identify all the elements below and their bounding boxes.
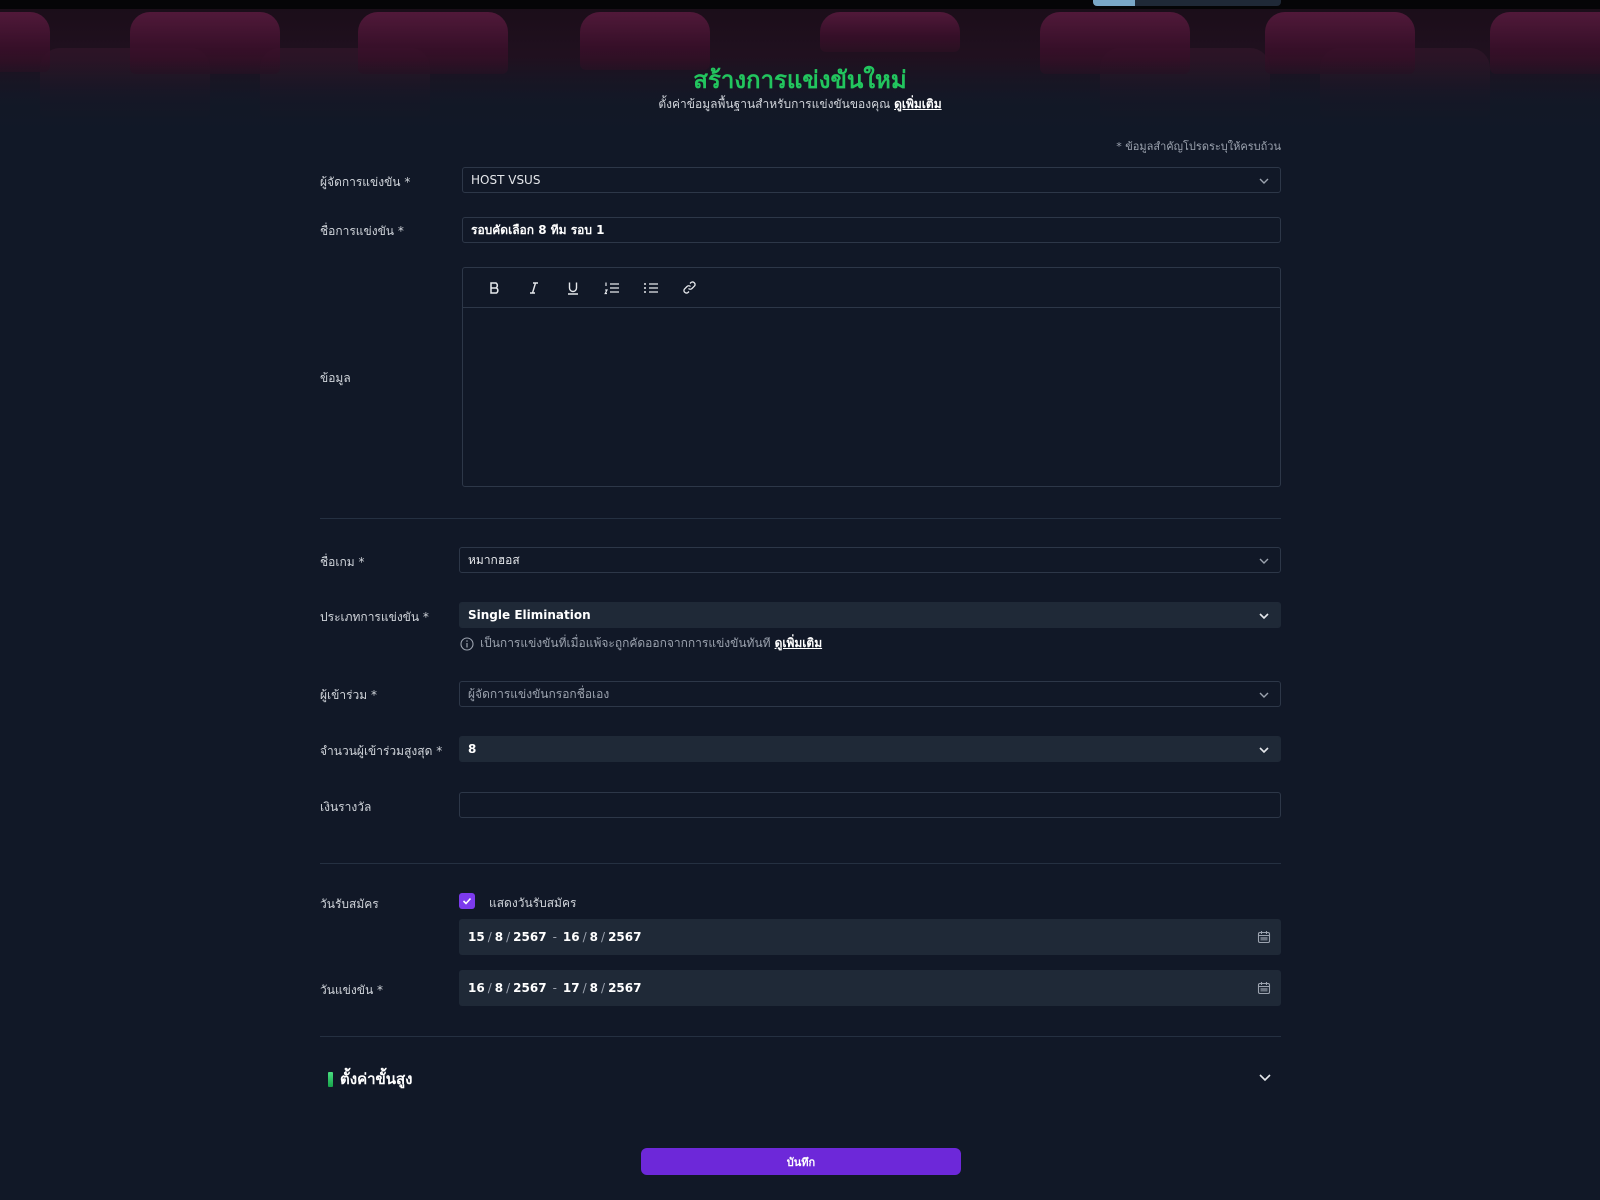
tournament-type-label: ประเภทการแข่งขัน *	[320, 610, 429, 624]
reg-start-year[interactable]: 2567	[513, 930, 546, 944]
italic-icon[interactable]	[514, 274, 553, 302]
tournament-type-select[interactable]: Single Elimination	[459, 602, 1281, 628]
game-name-select[interactable]: หมากฮอส	[459, 547, 1281, 573]
calendar-icon[interactable]	[1257, 981, 1271, 995]
participants-placeholder: ผู้จัดการแข่งขันกรอกชื่อเอง	[468, 686, 610, 701]
section-divider	[320, 1036, 1281, 1037]
required-note: * ข้อมูลสำคัญโปรดระบุให้ครบถ้วน	[1116, 140, 1281, 153]
section-divider	[320, 518, 1281, 519]
participants-select[interactable]: ผู้จัดการแข่งขันกรอกชื่อเอง	[459, 681, 1281, 707]
chevron-down-icon	[1259, 613, 1269, 620]
advanced-settings-toggle[interactable]: ตั้งค่าขั้นสูง	[328, 1067, 413, 1091]
show-registration-label[interactable]: แสดงวันรับสมัคร	[489, 894, 576, 913]
underline-icon[interactable]	[553, 274, 592, 302]
registration-label: วันรับสมัคร	[320, 897, 379, 911]
tournament-name-input[interactable]: รอบคัดเลือก 8 ทีม รอบ 1	[462, 217, 1281, 243]
bold-icon[interactable]	[475, 274, 514, 302]
rich-text-editor[interactable]	[462, 267, 1281, 487]
max-participants-label: จำนวนผู้เข้าร่วมสูงสุด *	[320, 744, 443, 758]
ordered-list-icon[interactable]	[592, 274, 631, 302]
organizer-label: ผู้จัดการแข่งขัน *	[320, 175, 411, 189]
game-name-value: หมากฮอส	[468, 552, 520, 567]
learn-more-link[interactable]: ดูเพิ่มเติม	[894, 97, 942, 111]
check-icon	[462, 897, 472, 905]
chevron-down-icon	[1259, 178, 1269, 184]
comp-start-day[interactable]: 16	[468, 981, 485, 995]
calendar-icon[interactable]	[1257, 930, 1271, 944]
prize-input[interactable]	[459, 792, 1281, 818]
max-participants-select[interactable]: 8	[459, 736, 1281, 762]
comp-end-day[interactable]: 17	[563, 981, 580, 995]
tournament-name-label: ชื่อการแข่งขัน *	[320, 224, 404, 238]
comp-end-month[interactable]: 8	[590, 981, 598, 995]
reg-end-day[interactable]: 16	[563, 930, 580, 944]
organizer-select[interactable]: HOST VSUS	[462, 167, 1281, 193]
bullet-list-icon[interactable]	[631, 274, 670, 302]
chevron-down-icon	[1259, 747, 1269, 754]
reg-end-month[interactable]: 8	[590, 930, 598, 944]
link-icon[interactable]	[670, 274, 709, 302]
comp-end-year[interactable]: 2567	[608, 981, 641, 995]
game-name-label: ชื่อเกม *	[320, 555, 365, 569]
comp-start-month[interactable]: 8	[495, 981, 503, 995]
competition-date-label: วันแข่งขัน *	[320, 983, 383, 997]
subtitle-text: ตั้งค่าข้อมูลพื้นฐานสำหรับการแข่งขันของค…	[658, 97, 891, 111]
user-badge[interactable]	[1093, 0, 1281, 6]
chevron-down-icon	[1259, 692, 1269, 698]
advanced-settings-label: ตั้งค่าขั้นสูง	[340, 1070, 413, 1088]
prize-label: เงินรางวัล	[320, 800, 372, 814]
editor-toolbar	[463, 268, 1280, 308]
registration-date-range[interactable]: 15/8/2567 - 16/8/2567	[459, 919, 1281, 955]
tournament-name-value: รอบคัดเลือก 8 ทีม รอบ 1	[471, 222, 605, 237]
show-registration-checkbox[interactable]	[459, 893, 475, 909]
reg-start-month[interactable]: 8	[495, 930, 503, 944]
organizer-value: HOST VSUS	[471, 173, 541, 187]
participants-label: ผู้เข้าร่วม *	[320, 688, 377, 702]
page-title: สร้างการแข่งขันใหม่	[693, 66, 907, 94]
chevron-down-icon	[1259, 558, 1269, 564]
max-participants-value: 8	[468, 742, 477, 756]
avatar	[1093, 0, 1135, 6]
reg-start-day[interactable]: 15	[468, 930, 485, 944]
tournament-type-value: Single Elimination	[468, 608, 591, 622]
comp-start-year[interactable]: 2567	[513, 981, 546, 995]
info-label: ข้อมูล	[320, 371, 351, 385]
page-subtitle: ตั้งค่าข้อมูลพื้นฐานสำหรับการแข่งขันของค…	[0, 95, 1600, 114]
accent-bar	[328, 1071, 333, 1087]
competition-date-range[interactable]: 16/8/2567 - 17/8/2567	[459, 970, 1281, 1006]
hint-text: เป็นการแข่งขันที่เมื่อแพ้จะถูกคัดออกจากก…	[480, 636, 771, 650]
tournament-type-hint: เป็นการแข่งขันที่เมื่อแพ้จะถูกคัดออกจากก…	[460, 634, 822, 653]
save-button[interactable]: บันทึก	[641, 1148, 961, 1175]
hint-learn-more-link[interactable]: ดูเพิ่มเติม	[775, 634, 823, 653]
chevron-down-icon[interactable]	[1258, 1070, 1272, 1084]
section-divider	[320, 863, 1281, 864]
top-bar	[0, 0, 1600, 9]
reg-end-year[interactable]: 2567	[608, 930, 641, 944]
info-icon	[460, 636, 474, 651]
